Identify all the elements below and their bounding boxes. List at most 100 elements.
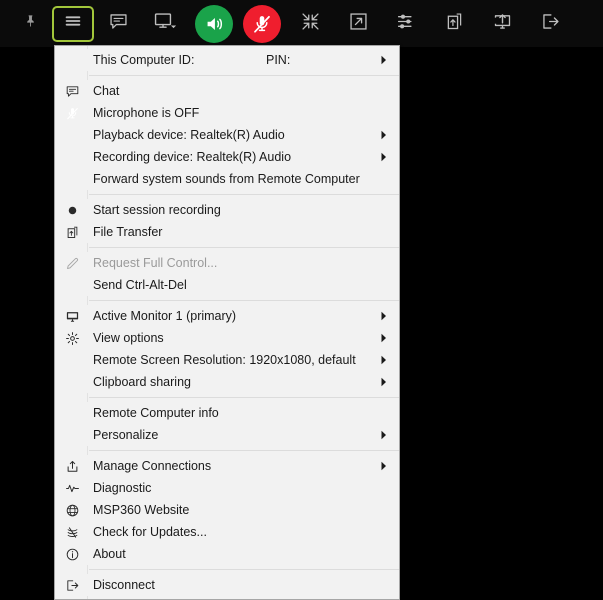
chat-button[interactable] — [94, 4, 142, 44]
pulse-icon — [59, 477, 85, 499]
menu-item-label: Active Monitor 1 (primary) — [93, 309, 237, 323]
menu-item-chat[interactable]: Chat — [55, 80, 399, 102]
settings-sliders-button[interactable] — [382, 4, 430, 44]
upload-box-icon — [59, 455, 85, 477]
menu-separator — [89, 194, 399, 195]
menu-separator — [89, 450, 399, 451]
record-dot-icon — [59, 199, 85, 221]
fullscreen-button[interactable] — [334, 4, 382, 44]
disconnect-group: Disconnect — [55, 574, 399, 599]
main-menu-button[interactable] — [52, 5, 94, 42]
menu-item-clipboard-sharing[interactable]: Clipboard sharing — [55, 371, 399, 393]
pushpin-icon — [23, 14, 38, 34]
communication-group: Chat Microphone is OFF Playback device: Re… — [55, 80, 399, 190]
menu-item-start-session-recording[interactable]: Start session recording — [55, 199, 399, 221]
menu-separator — [89, 300, 399, 301]
app-group: Manage Connections Diagnostic MSP360 Websi… — [55, 455, 399, 565]
menu-separator — [89, 397, 399, 398]
menu-item-label: Recording device: Realtek(R) Audio — [93, 150, 292, 164]
fit-to-screen-button[interactable] — [286, 4, 334, 44]
menu-item-label: Start session recording — [93, 203, 221, 217]
menu-item-label: Check for Updates... — [93, 525, 207, 539]
submenu-arrow-icon — [380, 146, 388, 168]
microphone-muted-icon — [59, 102, 85, 124]
remote-session-toolbar — [0, 0, 603, 47]
menu-item-label: View options — [93, 331, 164, 345]
menu-item-check-for-updates[interactable]: Check for Updates... — [55, 521, 399, 543]
submenu-arrow-icon — [380, 349, 388, 371]
submenu-arrow-icon — [380, 49, 388, 71]
disconnect-button[interactable] — [526, 4, 574, 44]
menu-item-list: This Computer ID: PIN: Chat Microphone is O… — [55, 46, 399, 599]
menu-item-label: Chat — [93, 84, 120, 98]
submenu-arrow-icon — [380, 371, 388, 393]
menu-item-label: About — [93, 547, 126, 561]
menu-item-label: Remote Screen Resolution: 1920x1080, def… — [93, 353, 356, 367]
menu-separator — [89, 75, 399, 76]
expand-arrow-box-icon — [348, 11, 369, 37]
menu-item-manage-connections[interactable]: Manage Connections — [55, 455, 399, 477]
menu-item-label: Clipboard sharing — [93, 375, 191, 389]
menu-item-label: Forward system sounds from Remote Comput… — [93, 172, 360, 186]
chat-bubble-icon — [108, 11, 129, 37]
menu-item-label: Diagnostic — [93, 481, 152, 495]
submenu-arrow-icon — [380, 424, 388, 446]
monitor-upload-icon — [492, 11, 513, 37]
gear-icon — [59, 327, 85, 349]
menu-item-label: Playback device: Realtek(R) Audio — [93, 128, 285, 142]
control-group: Request Full Control... Send Ctrl-Alt-Del — [55, 252, 399, 296]
menu-item-label: This Computer ID: — [93, 53, 195, 67]
session-tools-group: Start session recording File Transfer — [55, 199, 399, 243]
file-upload-icon — [59, 221, 85, 243]
main-context-menu: This Computer ID: PIN: Chat Microphone is O… — [54, 45, 400, 600]
menu-item-label: Send Ctrl-Alt-Del — [93, 278, 187, 292]
identity-group: This Computer ID: PIN: — [55, 46, 399, 71]
sliders-icon — [396, 11, 417, 37]
monitor-select-button[interactable] — [142, 4, 190, 44]
globe-icon — [59, 499, 85, 521]
menu-item-remote-computer-info[interactable]: Remote Computer info — [55, 402, 399, 424]
display-group: Active Monitor 1 (primary) View options Re… — [55, 305, 399, 393]
monitor-dropdown-icon — [153, 11, 180, 37]
menu-item-active-monitor[interactable]: Active Monitor 1 (primary) — [55, 305, 399, 327]
file-transfer-button[interactable] — [430, 4, 478, 44]
microphone-muted-icon — [243, 4, 281, 43]
menu-item-view-options[interactable]: View options — [55, 327, 399, 349]
info-circle-icon — [59, 543, 85, 565]
menu-item-microphone-state[interactable]: Microphone is OFF — [55, 102, 399, 124]
exit-arrow-icon — [59, 574, 85, 596]
menu-item-label: Remote Computer info — [93, 406, 219, 420]
share-screen-button[interactable] — [478, 4, 526, 44]
menu-item-this-computer-id[interactable]: This Computer ID: PIN: — [55, 49, 399, 71]
submenu-arrow-icon — [380, 455, 388, 477]
hamburger-menu-icon — [62, 10, 84, 37]
menu-item-request-full-control: Request Full Control... — [55, 252, 399, 274]
submenu-arrow-icon — [380, 327, 388, 349]
menu-item-label: MSP360 Website — [93, 503, 190, 517]
menu-item-personalize[interactable]: Personalize — [55, 424, 399, 446]
menu-item-about[interactable]: About — [55, 543, 399, 565]
menu-item-recording-device[interactable]: Recording device: Realtek(R) Audio — [55, 146, 399, 168]
microphone-toggle-button[interactable] — [238, 4, 286, 44]
menu-item-remote-screen-resolution[interactable]: Remote Screen Resolution: 1920x1080, def… — [55, 349, 399, 371]
menu-item-label: File Transfer — [93, 225, 163, 239]
submenu-arrow-icon — [380, 124, 388, 146]
menu-item-label: Disconnect — [93, 578, 155, 592]
menu-item-diagnostic[interactable]: Diagnostic — [55, 477, 399, 499]
menu-item-label: Manage Connections — [93, 459, 212, 473]
file-upload-icon — [444, 11, 465, 37]
menu-item-disconnect[interactable]: Disconnect — [55, 574, 399, 596]
menu-item-send-ctrl-alt-del[interactable]: Send Ctrl-Alt-Del — [55, 274, 399, 296]
speaker-toggle-button[interactable] — [190, 4, 238, 44]
submenu-arrow-icon — [380, 305, 388, 327]
pin-toolbar-button[interactable] — [8, 4, 52, 44]
exit-arrow-icon — [540, 11, 561, 37]
chat-bubble-icon — [59, 80, 85, 102]
menu-item-file-transfer[interactable]: File Transfer — [55, 221, 399, 243]
menu-item-label: Personalize — [93, 428, 159, 442]
menu-item-playback-device[interactable]: Playback device: Realtek(R) Audio — [55, 124, 399, 146]
menu-item-forward-system-sounds[interactable]: Forward system sounds from Remote Comput… — [55, 168, 399, 190]
info-group: Remote Computer info Personalize — [55, 402, 399, 446]
menu-separator — [89, 569, 399, 570]
menu-item-msp360-website[interactable]: MSP360 Website — [55, 499, 399, 521]
